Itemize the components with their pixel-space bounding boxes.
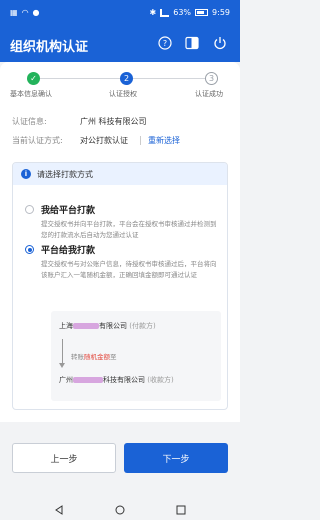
auth-info-label: 认证信息: xyxy=(12,117,47,126)
transfer-note: 转账随机金额至 xyxy=(71,351,117,361)
redacted-text xyxy=(73,377,103,383)
power-icon[interactable] xyxy=(212,35,228,51)
panel-heading: 请选择打款方式 xyxy=(37,170,93,179)
company-name: 广州 科技有限公司 xyxy=(80,117,147,126)
bluetooth-icon: ✱ xyxy=(149,8,157,17)
clock: 9:59 xyxy=(212,8,230,17)
transfer-prefix: 转账 xyxy=(71,353,84,361)
step-2-indicator: 2 xyxy=(120,72,133,85)
step-connector xyxy=(40,78,120,79)
message-icon: ● xyxy=(32,8,40,17)
payer-prefix: 上海 xyxy=(59,322,73,330)
page-title: 组织机构认证 xyxy=(10,40,89,55)
step-3-label: 认证成功 xyxy=(195,90,223,98)
method-label: 当前认证方式: xyxy=(12,136,63,145)
step-indicator: ✓ 基本信息确认 2 认证授权 3 认证成功 xyxy=(0,72,240,102)
step-1-check-icon: ✓ xyxy=(27,72,40,85)
payment-method-panel: i 请选择打款方式 我给平台打款 提交授权书并向平台打款，平台会在授权书审核通过… xyxy=(12,162,228,410)
step-1-label: 基本信息确认 xyxy=(10,90,52,98)
payee-prefix: 广州 xyxy=(59,376,73,384)
divider xyxy=(140,136,141,145)
transfer-suffix: 至 xyxy=(110,353,117,361)
flow-line xyxy=(62,339,63,365)
info-icon: i xyxy=(21,169,31,179)
option-2-description: 提交授权书与对公账户信息，待授权书审核通过后，平台将向该账户汇入一笔随机金额，正… xyxy=(41,260,217,279)
option-2-radio[interactable] xyxy=(25,245,34,254)
redacted-text xyxy=(73,323,99,329)
prev-step-button[interactable]: 上一步 xyxy=(12,443,116,473)
step-connector xyxy=(133,78,205,79)
notification-icon: ▦ xyxy=(10,8,18,17)
status-bar: ▦ ◠ ● ✱ 63% 9:59 xyxy=(0,0,240,26)
arrow-down-icon xyxy=(59,363,65,368)
payee-suffix: 科技有限公司 xyxy=(103,376,145,384)
transfer-flow: 上海 有限公司 (付款方) 转账随机金额至 广州 科技有限公司 (收款方) xyxy=(51,311,221,401)
recents-icon[interactable] xyxy=(176,505,186,515)
option-1-radio[interactable] xyxy=(25,205,34,214)
reselect-link[interactable]: 重新选择 xyxy=(148,135,180,146)
battery-percent: 63% xyxy=(173,8,192,17)
step-3-indicator: 3 xyxy=(205,72,218,85)
wifi-icon: ◠ xyxy=(21,8,29,17)
auth-info-value: 广州 科技有限公司 xyxy=(80,116,147,127)
svg-text:?: ? xyxy=(163,39,167,48)
step-2-label: 认证授权 xyxy=(109,90,137,98)
payee-row: 广州 科技有限公司 (收款方) xyxy=(59,375,174,385)
option-1-title[interactable]: 我给平台打款 xyxy=(41,203,95,216)
back-icon[interactable] xyxy=(54,505,64,515)
random-amount-highlight: 随机金额 xyxy=(84,353,110,361)
signal-icon xyxy=(160,8,170,17)
method-value: 对公打款认证 xyxy=(80,136,128,145)
option-2-title[interactable]: 平台给我打款 xyxy=(41,243,95,256)
payee-tag: (收款方) xyxy=(147,376,174,384)
next-step-button[interactable]: 下一步 xyxy=(124,443,228,473)
option-1-description: 提交授权书并向平台打款，平台会在授权书审核通过并检测到您的打款流水后自动为您通过… xyxy=(41,220,217,239)
payer-row: 上海 有限公司 (付款方) xyxy=(59,321,156,331)
help-icon[interactable]: ? xyxy=(157,35,173,51)
app-header: 组织机构认证 ? xyxy=(0,26,240,62)
battery-icon xyxy=(195,9,209,16)
payer-suffix: 有限公司 xyxy=(99,322,127,330)
home-icon[interactable] xyxy=(115,505,125,515)
system-nav-bar xyxy=(0,500,240,520)
payer-tag: (付款方) xyxy=(129,322,156,330)
translate-icon[interactable] xyxy=(184,35,200,51)
panel-header: i 请选择打款方式 xyxy=(13,163,227,185)
